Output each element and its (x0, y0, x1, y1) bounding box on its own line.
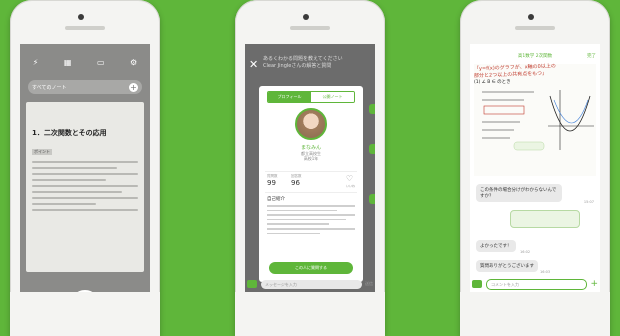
plus-icon[interactable]: + (590, 279, 598, 289)
add-icon[interactable]: + (129, 82, 138, 92)
phone-profile: ✕ あるくわかる問題を教えてください Clear Jingleさんの解答と質問 … (235, 0, 385, 336)
grid-icon[interactable]: ▦ (64, 58, 72, 67)
text-line (32, 173, 138, 175)
notebook-select-label: すべてのノート (32, 84, 67, 91)
intro-line (267, 218, 347, 221)
document-label: ポイント (32, 149, 52, 155)
handwritten-note: 「y=f(x)のグラフが、x軸の0以上の 部分と2つ以上の共有点をもつ」 (1)… (474, 63, 596, 176)
phone-bezel (460, 292, 610, 336)
chat-input-bar: コメントを入力 + (472, 278, 598, 290)
chat-header: ✕ あるくわかる問題を教えてください Clear Jingleさんの解答と質問 (245, 52, 375, 80)
crop-icon[interactable]: ▭ (97, 58, 105, 67)
text-line (32, 179, 107, 181)
user-info: 都立高校生 高校1年 (301, 151, 321, 161)
intro-line (267, 205, 355, 207)
intro-line (267, 209, 338, 212)
document-preview: 1．二次関数とその応用 ポイント (26, 102, 144, 272)
message-bubble: 質問ありがとうございます (476, 260, 538, 272)
stat-answers: 回答数 96 (291, 174, 302, 187)
header-title: あるくわかる問題を教えてください Clear Jingleさんの解答と質問 (263, 56, 343, 69)
user-name: まなみん (300, 145, 321, 151)
send-button[interactable]: 送信 (365, 281, 373, 287)
message-input[interactable]: メッセージを入力 (261, 279, 362, 289)
done-button[interactable]: 完了 (587, 53, 596, 59)
tab-public-notes[interactable]: 公開ノート (311, 92, 354, 102)
intro-title: 自己紹介 (267, 197, 285, 202)
tab-profile[interactable]: プロフィール (268, 92, 311, 102)
ask-button[interactable]: この人に質問する (269, 262, 353, 274)
speaker (290, 26, 330, 30)
heart-label: いいね (345, 184, 355, 188)
parabola-sketch (482, 90, 594, 151)
text-line (32, 203, 96, 205)
document-heading: 1．二次関数とその応用 (32, 129, 107, 137)
image-bubble (510, 210, 580, 228)
text-line (32, 197, 138, 199)
phone-chat: 高1数学 2次関数 完了 「y=f(x)のグラフが、x軸の0以上の 部分と2つ以… (460, 0, 610, 336)
text-line (32, 209, 138, 211)
profile-modal: プロフィール 公開ノート まなみん 都立高校生 高校1年 質問数 99 回答数 … (259, 86, 363, 282)
speaker (65, 26, 105, 30)
phone-camera: ⚡ ▦ ▭ ⚙ すべてのノート + 1．二次関数とその応用 ポイント (10, 0, 160, 336)
front-camera (303, 14, 309, 20)
phone-bezel (10, 292, 160, 336)
intro-line (267, 223, 329, 225)
notebook-select[interactable]: すべてのノート + (28, 80, 142, 94)
front-camera (528, 14, 534, 20)
intro-section: 自己紹介 (267, 196, 355, 235)
nav-title: 高1数学 2次関数 (517, 54, 553, 59)
settings-icon[interactable]: ⚙ (130, 58, 137, 67)
front-camera (78, 14, 84, 20)
text-line (32, 191, 123, 193)
avatar (295, 108, 327, 140)
text-line (32, 185, 138, 187)
message-time: 15:07 (583, 200, 594, 204)
stat-questions: 質問数 99 (267, 174, 278, 187)
speaker (515, 26, 555, 30)
phone-bezel (235, 292, 385, 336)
camera-icon[interactable] (472, 280, 482, 288)
camera-icon[interactable] (247, 280, 257, 288)
stats: 質問数 99 回答数 96 ♡ いいね (265, 171, 357, 193)
heart-icon[interactable]: ♡ (346, 174, 353, 183)
text-line (32, 167, 117, 169)
message-time: 16:02 (520, 250, 531, 254)
chat-input-bar: メッセージを入力 送信 (247, 278, 373, 290)
chat-bubble (369, 104, 375, 114)
chat-bubble (369, 194, 375, 204)
message-bubble: よかったです！ (476, 240, 516, 252)
comment-input[interactable]: コメントを入力 (486, 278, 588, 290)
chat-bubble (369, 144, 375, 154)
intro-line (267, 227, 355, 230)
text-line (32, 161, 138, 163)
profile-tabs: プロフィール 公開ノート (267, 91, 355, 103)
close-icon[interactable]: ✕ (249, 58, 258, 71)
flash-icon[interactable]: ⚡ (33, 58, 39, 67)
message-bubble: この条件の場合分けがわからないんですか？ (476, 184, 562, 202)
message-time: 16:03 (540, 270, 551, 274)
intro-line (267, 214, 355, 216)
camera-toolbar: ⚡ ▦ ▭ ⚙ (20, 56, 150, 68)
intro-line (267, 232, 320, 235)
